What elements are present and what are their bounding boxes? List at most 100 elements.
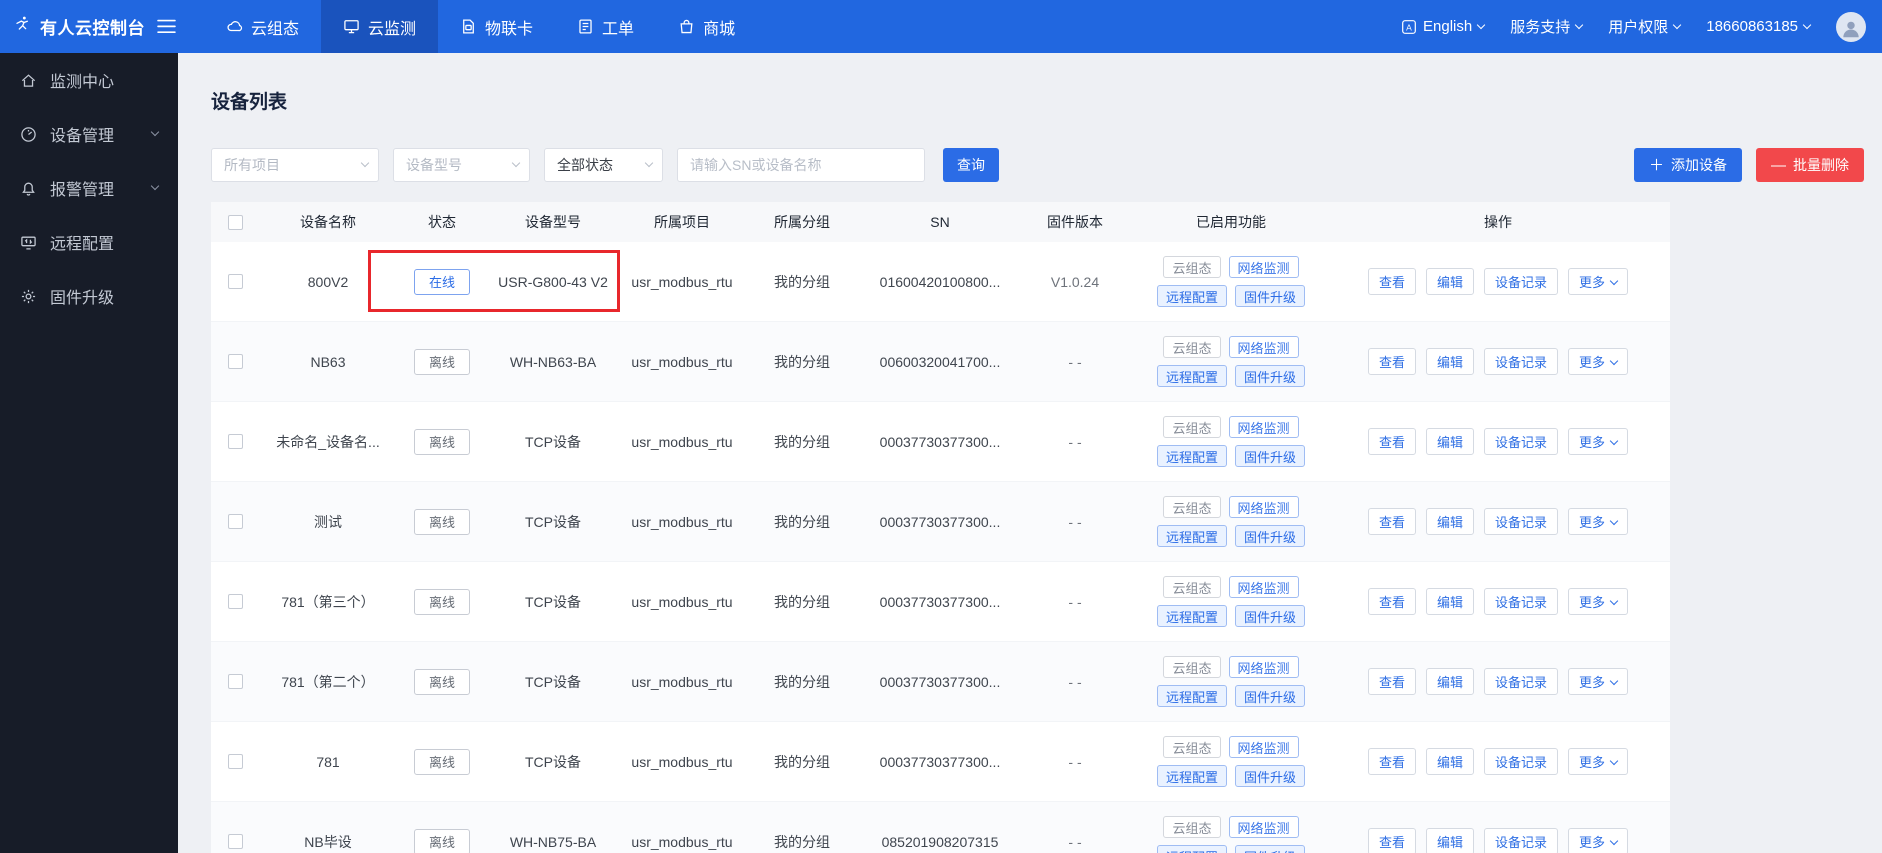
action-button[interactable]: 查看 [1367,348,1416,375]
action-button[interactable]: 查看 [1367,828,1416,853]
action-button[interactable]: 查看 [1367,748,1416,775]
navbar-menu-label: 用户权限 [1608,19,1669,36]
action-button[interactable]: 设备记录 [1484,428,1559,455]
more-button[interactable]: 更多 [1568,748,1629,775]
row-checkbox[interactable] [227,514,243,529]
navbar-tab[interactable]: 云监测 [321,0,439,53]
status-select[interactable]: 全部状态 [544,148,663,182]
action-button[interactable]: 编辑 [1425,828,1474,853]
action-button[interactable]: 查看 [1367,668,1416,695]
feature-tag[interactable]: 远程配置 [1156,525,1227,547]
navbar-tab[interactable]: 物联卡 [438,0,555,53]
feature-tag[interactable]: 远程配置 [1156,765,1227,787]
add-device-button[interactable]: ＋ 添加设备 [1633,148,1742,182]
hamburger-menu-icon[interactable] [157,19,176,34]
feature-tag[interactable]: 固件升级 [1235,685,1306,707]
action-button[interactable]: 查看 [1367,428,1416,455]
more-button[interactable]: 更多 [1568,588,1629,615]
feature-tags: 云组态 网络监测 远程配置 固件升级 [1155,496,1307,547]
feature-tag[interactable]: 云组态 [1163,416,1221,438]
feature-tag[interactable]: 云组态 [1163,576,1221,598]
action-button[interactable]: 设备记录 [1484,508,1559,535]
feature-tag[interactable]: 远程配置 [1156,685,1227,707]
feature-tag[interactable]: 网络监测 [1228,496,1299,518]
feature-tag[interactable]: 云组态 [1163,656,1221,678]
navbar-menu-item[interactable]: 18660863185 [1706,18,1812,35]
feature-tag[interactable]: 远程配置 [1156,365,1227,387]
action-button[interactable]: 设备记录 [1484,268,1559,295]
action-button[interactable]: 编辑 [1425,348,1474,375]
action-button[interactable]: 设备记录 [1484,748,1559,775]
search-input[interactable] [677,148,925,182]
feature-tag[interactable]: 网络监测 [1228,816,1299,838]
more-button[interactable]: 更多 [1568,828,1629,853]
feature-tag[interactable]: 云组态 [1163,736,1221,758]
row-checkbox[interactable] [227,354,243,369]
action-button[interactable]: 设备记录 [1484,828,1559,853]
feature-tag[interactable]: 远程配置 [1156,285,1227,307]
action-button[interactable]: 编辑 [1425,668,1474,695]
row-checkbox[interactable] [227,754,243,769]
sidebar-item[interactable]: 设备管理 [0,107,178,161]
feature-tag[interactable]: 固件升级 [1235,525,1306,547]
row-checkbox[interactable] [227,674,243,689]
more-button[interactable]: 更多 [1568,428,1629,455]
feature-tag[interactable]: 云组态 [1163,816,1221,838]
navbar-menu-item[interactable]: A English [1401,18,1486,35]
navbar-tab[interactable]: 商城 [656,0,757,53]
action-button[interactable]: 编辑 [1425,508,1474,535]
action-button[interactable]: 查看 [1367,508,1416,535]
feature-tag[interactable]: 固件升级 [1235,845,1306,853]
feature-tag[interactable]: 远程配置 [1156,605,1227,627]
feature-tag[interactable]: 网络监测 [1228,256,1299,278]
firmware-version: - - [1068,833,1082,850]
more-button[interactable]: 更多 [1568,508,1629,535]
more-button[interactable]: 更多 [1568,668,1629,695]
navbar-menu-item[interactable]: 服务支持 [1510,16,1584,37]
action-button[interactable]: 编辑 [1425,428,1474,455]
action-button[interactable]: 查看 [1367,268,1416,295]
action-button[interactable]: 设备记录 [1484,348,1559,375]
row-checkbox[interactable] [227,434,243,449]
feature-tag[interactable]: 固件升级 [1235,445,1306,467]
feature-tag[interactable]: 网络监测 [1228,656,1299,678]
more-button[interactable]: 更多 [1568,268,1629,295]
feature-tag[interactable]: 固件升级 [1235,365,1306,387]
feature-tag[interactable]: 网络监测 [1228,736,1299,758]
action-button[interactable]: 编辑 [1425,748,1474,775]
feature-tag[interactable]: 网络监测 [1228,576,1299,598]
device-group: 我的分组 [774,593,830,610]
navbar-menu-item[interactable]: 用户权限 [1608,16,1682,37]
action-button[interactable]: 编辑 [1425,268,1474,295]
feature-tag[interactable]: 云组态 [1163,336,1221,358]
navbar-tab[interactable]: 工单 [555,0,656,53]
feature-tag[interactable]: 网络监测 [1228,416,1299,438]
feature-tag[interactable]: 网络监测 [1228,336,1299,358]
row-checkbox[interactable] [227,834,243,849]
feature-tag[interactable]: 云组态 [1163,496,1221,518]
action-button[interactable]: 查看 [1367,588,1416,615]
row-checkbox[interactable] [227,594,243,609]
feature-tag[interactable]: 固件升级 [1235,605,1306,627]
action-button[interactable]: 设备记录 [1484,588,1559,615]
action-button[interactable]: 设备记录 [1484,668,1559,695]
feature-tag[interactable]: 远程配置 [1156,845,1227,853]
feature-tag[interactable]: 固件升级 [1235,285,1306,307]
sidebar-item[interactable]: 固件升级 [0,269,178,323]
feature-tag[interactable]: 固件升级 [1235,765,1306,787]
navbar-tab[interactable]: 云组态 [204,0,321,53]
more-button[interactable]: 更多 [1568,348,1629,375]
user-avatar[interactable] [1836,11,1866,42]
sidebar-item[interactable]: 报警管理 [0,161,178,215]
select-all-checkbox[interactable] [227,214,243,230]
sidebar-item[interactable]: 远程配置 [0,215,178,269]
project-select[interactable]: 所有项目 [211,148,379,182]
row-checkbox[interactable] [227,274,243,289]
query-button[interactable]: 查询 [943,148,999,182]
model-select[interactable]: 设备型号 [393,148,530,182]
batch-delete-button[interactable]: — 批量删除 [1756,148,1864,182]
sidebar-item[interactable]: 监测中心 [0,53,178,107]
feature-tag[interactable]: 远程配置 [1156,445,1227,467]
action-button[interactable]: 编辑 [1425,588,1474,615]
feature-tag[interactable]: 云组态 [1163,256,1221,278]
